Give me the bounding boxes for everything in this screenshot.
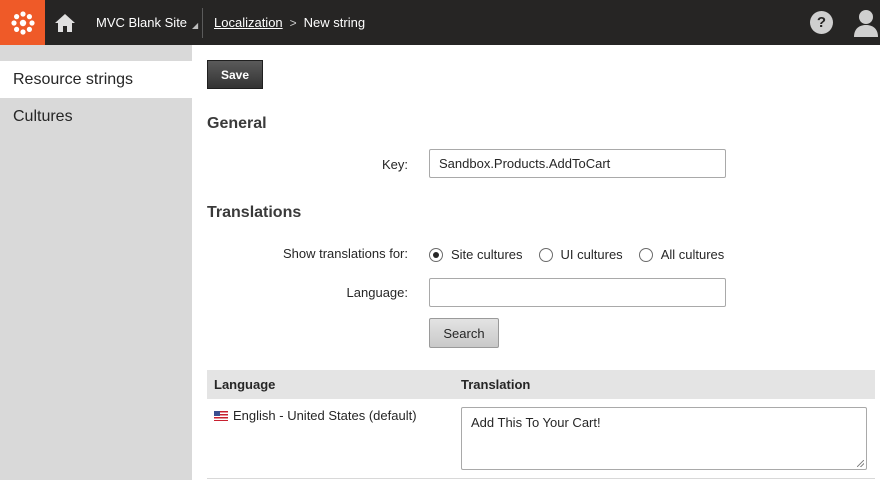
translations-grid-header: Language Translation xyxy=(207,370,875,399)
breadcrumb-link-localization[interactable]: Localization xyxy=(214,15,283,30)
save-button[interactable]: Save xyxy=(207,60,263,89)
main-content: Save General Key: Sandbox.Products.AddTo… xyxy=(192,45,880,480)
language-label: Language: xyxy=(346,285,408,300)
radio-site-cultures[interactable]: Site cultures xyxy=(429,247,523,262)
us-flag-icon xyxy=(214,410,228,421)
radio-selected-icon xyxy=(429,247,443,262)
kentico-gear-icon[interactable] xyxy=(0,0,45,45)
radio-unselected-icon xyxy=(638,247,653,262)
column-header-language: Language xyxy=(214,377,276,392)
section-title-general: General xyxy=(207,115,267,132)
sidebar-item-label: Cultures xyxy=(13,107,73,125)
radio-ui-cultures[interactable]: UI cultures xyxy=(538,247,623,262)
language-input[interactable] xyxy=(429,278,726,307)
sidebar-item-label: Resource strings xyxy=(13,70,134,88)
top-bar: MVC Blank Site ◢ Localization > New stri… xyxy=(0,0,880,45)
site-selector[interactable]: MVC Blank Site ◢ xyxy=(87,0,202,45)
home-icon[interactable] xyxy=(45,0,85,45)
divider xyxy=(202,8,203,38)
chevron-down-icon: ◢ xyxy=(192,20,199,30)
sidebar-item-resource-strings[interactable]: Resource strings xyxy=(0,61,192,98)
section-title-translations: Translations xyxy=(207,204,302,221)
translation-value: Add This To Your Cart! xyxy=(471,415,601,430)
site-name: MVC Blank Site xyxy=(96,15,188,30)
sidebar: Resource strings Cultures xyxy=(0,45,192,480)
chevron-right-icon: > xyxy=(289,15,297,30)
sidebar-item-cultures[interactable]: Cultures xyxy=(0,98,192,135)
show-translations-label: Show translations for: xyxy=(282,246,408,261)
radio-unselected-icon xyxy=(538,247,553,262)
breadcrumb: Localization > New string xyxy=(214,0,365,45)
help-icon[interactable]: ? xyxy=(810,11,833,34)
key-input[interactable]: Sandbox.Products.AddToCart xyxy=(429,149,726,178)
search-button[interactable]: Search xyxy=(429,318,499,348)
key-input-value: Sandbox.Products.AddToCart xyxy=(439,156,611,171)
culture-filter-radios: Site cultures UI cultures All cultures xyxy=(429,247,740,262)
radio-label: UI cultures xyxy=(560,247,623,262)
row-language: English - United States (default) xyxy=(214,408,417,423)
radio-label: All cultures xyxy=(660,247,725,262)
translation-textarea[interactable]: Add This To Your Cart! xyxy=(461,407,867,470)
radio-label: Site cultures xyxy=(451,247,523,262)
column-header-translation: Translation xyxy=(461,377,531,392)
user-icon[interactable] xyxy=(852,8,880,38)
resize-handle-icon[interactable] xyxy=(857,460,864,467)
row-language-label: English - United States (default) xyxy=(233,408,417,423)
table-row: English - United States (default) Add Th… xyxy=(207,399,875,479)
radio-all-cultures[interactable]: All cultures xyxy=(638,247,725,262)
breadcrumb-current: New string xyxy=(303,15,366,30)
key-label: Key: xyxy=(381,157,408,172)
